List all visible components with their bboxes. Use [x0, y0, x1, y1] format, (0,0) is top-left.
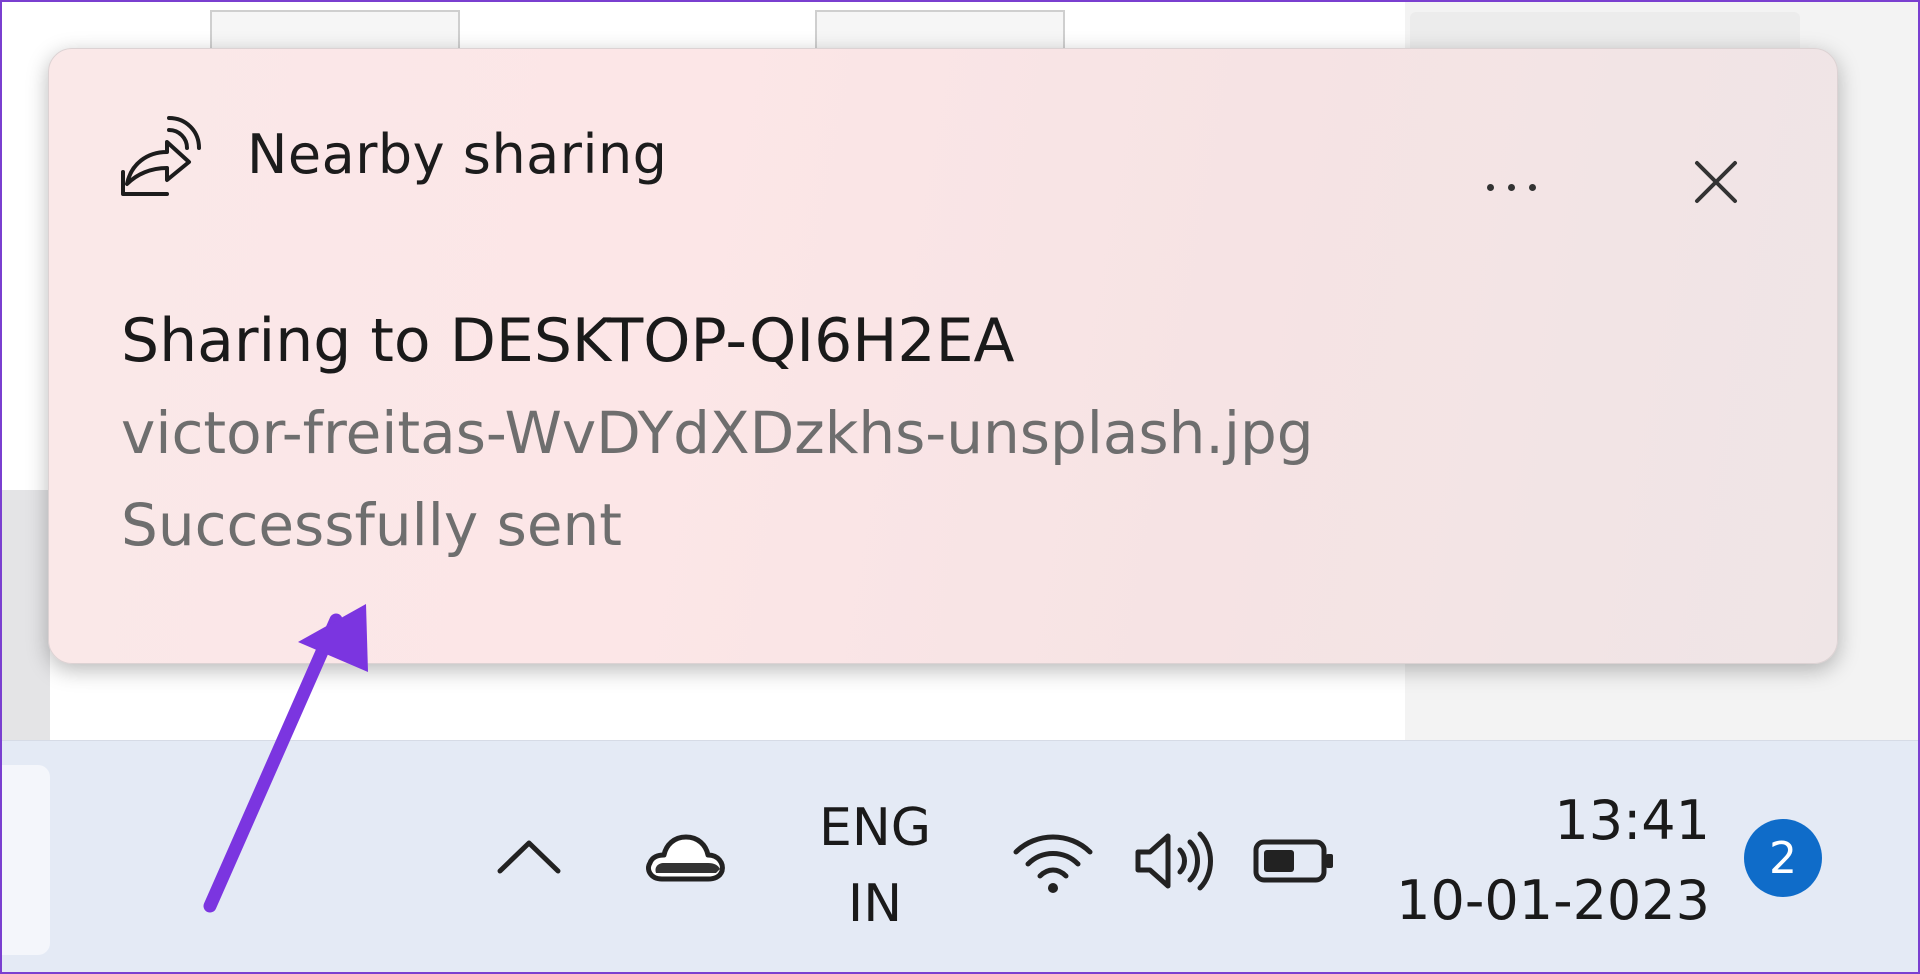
volume-icon	[1135, 831, 1213, 891]
toast-body: Sharing to DESKTOP-QI6H2EA victor-freita…	[121, 295, 1314, 571]
more-options-icon-dot	[1507, 183, 1515, 191]
quick-settings-button[interactable]	[1010, 811, 1336, 911]
file-explorer-taskbar-button[interactable]	[0, 765, 50, 955]
toast-status: Successfully sent	[121, 491, 623, 559]
background-document-thumbnail	[815, 10, 1065, 50]
chevron-up-icon[interactable]	[494, 823, 564, 893]
input-language-indicator[interactable]: ENG IN	[800, 791, 950, 941]
background-document-thumbnail	[210, 10, 460, 50]
more-options-button[interactable]	[1451, 157, 1571, 217]
nearby-share-icon	[121, 116, 201, 196]
wifi-icon	[1013, 834, 1093, 893]
clock-time: 13:41	[1554, 789, 1710, 852]
notification-count-badge[interactable]: 2	[1744, 819, 1822, 897]
toast-file-name: victor-freitas-WvDYdXDzkhs-unsplash.jpg	[121, 399, 1314, 467]
language-region: IN	[847, 874, 903, 934]
more-options-icon-dot	[1528, 183, 1536, 191]
close-button[interactable]	[1681, 147, 1751, 217]
battery-icon	[1253, 839, 1333, 883]
toast-header: Nearby sharing	[117, 109, 667, 199]
language-code: ENG	[818, 798, 932, 858]
toast-app-name: Nearby sharing	[247, 122, 668, 186]
clock-date: 10-01-2023	[1396, 869, 1710, 932]
close-icon	[1695, 161, 1737, 203]
background-lower-left	[0, 490, 50, 740]
toast-title: Sharing to DESKTOP-QI6H2EA	[121, 306, 1015, 376]
clock-date-button[interactable]: 13:41 10-01-2023	[1390, 781, 1710, 941]
annotation-arrow-icon	[203, 604, 368, 913]
onedrive-cloud-icon[interactable]	[642, 823, 728, 893]
nearby-sharing-toast[interactable]: Nearby sharing Sharing to DESKTOP-QI6H2E…	[48, 48, 1838, 664]
more-options-icon	[1486, 183, 1494, 191]
